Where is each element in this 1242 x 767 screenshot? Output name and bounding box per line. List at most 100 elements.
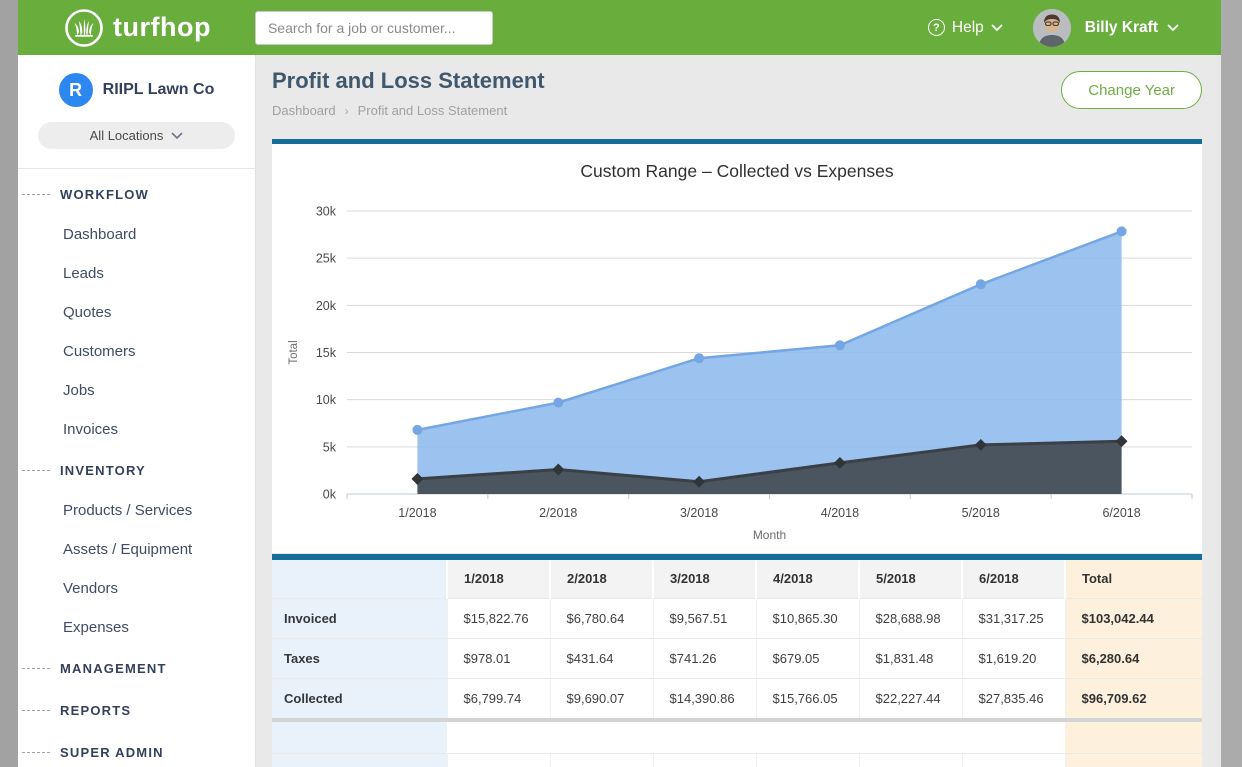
section-spacer — [272, 722, 1202, 753]
column-header: 6/2018 — [962, 560, 1065, 598]
help-icon: ? — [928, 19, 945, 36]
cell-value: $0.00 — [447, 753, 550, 767]
cell-value: $1,619.20 — [962, 638, 1065, 678]
cell-value: $6,799.74 — [447, 678, 550, 718]
cell-value: $558.68 — [756, 753, 859, 767]
avatar-photo — [1033, 9, 1071, 47]
svg-text:3/2018: 3/2018 — [680, 506, 718, 520]
collected-vs-expenses-chart: 0k5k10k15k20k25k30k1/20182/20183/20184/2… — [272, 144, 1202, 553]
chart-title: Custom Range – Collected vs Expenses — [272, 161, 1202, 182]
column-header: 1/2018 — [447, 560, 550, 598]
main-content: Profit and Loss Statement Dashboard › Pr… — [256, 55, 1221, 767]
row-label: Collected — [272, 678, 447, 718]
column-header: 2/2018 — [550, 560, 653, 598]
sidebar-item-assets-equipment[interactable]: Assets / Equipment — [18, 530, 255, 569]
help-menu[interactable]: ? Help — [928, 19, 1003, 37]
svg-text:5/2018: 5/2018 — [962, 506, 1000, 520]
cell-value: $431.64 — [550, 638, 653, 678]
sidebar-nav: WORKFLOWDashboardLeadsQuotesCustomersJob… — [18, 169, 255, 767]
column-header: 4/2018 — [756, 560, 859, 598]
cell-value: $1,831.48 — [859, 638, 962, 678]
nav-section-management[interactable]: MANAGEMENT — [18, 647, 255, 689]
sidebar-item-products-services[interactable]: Products / Services — [18, 491, 255, 530]
brand-name: turfhop — [113, 12, 211, 43]
cell-value: $6,280.64 — [1065, 638, 1202, 678]
nav-section-workflow[interactable]: WORKFLOW — [18, 173, 255, 215]
cell-value: $10,865.30 — [756, 598, 859, 638]
cell-value: $978.01 — [447, 638, 550, 678]
breadcrumb-separator-icon: › — [345, 104, 349, 118]
svg-text:4/2018: 4/2018 — [821, 506, 859, 520]
pnl-chart-card: 0k5k10k15k20k25k30k1/20182/20183/20184/2… — [272, 139, 1202, 553]
sidebar-item-leads[interactable]: Leads — [18, 254, 255, 293]
cell-value: $741.26 — [653, 638, 756, 678]
pnl-table-card: 1/20182/20183/20184/20185/20186/2018Tota… — [272, 554, 1202, 767]
svg-text:10k: 10k — [316, 393, 337, 407]
change-year-button[interactable]: Change Year — [1061, 71, 1202, 109]
sidebar-item-customers[interactable]: Customers — [18, 332, 255, 371]
sidebar-item-dashboard[interactable]: Dashboard — [18, 215, 255, 254]
app-screen: turfhop ? Help — [0, 0, 1242, 767]
nav-section-super-admin[interactable]: SUPER ADMIN — [18, 731, 255, 767]
row-label: Taxes — [272, 638, 447, 678]
svg-text:5k: 5k — [323, 440, 337, 454]
sidebar-item-expenses[interactable]: Expenses — [18, 608, 255, 647]
table-row: Collected$6,799.74$9,690.07$14,390.86$15… — [272, 678, 1202, 718]
row-label: Invoiced — [272, 598, 447, 638]
window-edge-left — [0, 0, 18, 767]
cell-value: $0.00 — [962, 753, 1065, 767]
chevron-down-icon — [991, 24, 1003, 32]
table-row: Contract Labor$0.00$842.55$0.00$558.68$0… — [272, 753, 1202, 767]
column-header: Total — [1065, 560, 1202, 598]
sidebar-item-quotes[interactable]: Quotes — [18, 293, 255, 332]
row-label: Contract Labor — [272, 753, 447, 767]
cell-value: $1,401.23 — [1065, 753, 1202, 767]
top-navbar: turfhop ? Help — [18, 0, 1221, 55]
cell-value: $28,688.98 — [859, 598, 962, 638]
column-header: 3/2018 — [653, 560, 756, 598]
svg-text:0k: 0k — [323, 488, 337, 502]
sidebar-item-jobs[interactable]: Jobs — [18, 371, 255, 410]
cell-value: $14,390.86 — [653, 678, 756, 718]
page-title: Profit and Loss Statement — [272, 66, 545, 96]
brand-logo[interactable]: turfhop — [64, 8, 211, 48]
svg-text:Total: Total — [288, 340, 300, 364]
help-label: Help — [952, 19, 984, 37]
svg-text:6/2018: 6/2018 — [1102, 506, 1140, 520]
nav-section-reports[interactable]: REPORTS — [18, 689, 255, 731]
breadcrumb: Dashboard › Profit and Loss Statement — [272, 103, 545, 118]
svg-text:15k: 15k — [316, 346, 337, 360]
cell-value: $22,227.44 — [859, 678, 962, 718]
cell-value: $9,567.51 — [653, 598, 756, 638]
sidebar: R RIIPL Lawn Co All Locations WORKFLOWDa… — [18, 55, 256, 767]
breadcrumb-dashboard[interactable]: Dashboard — [272, 103, 336, 118]
cell-value: $9,690.07 — [550, 678, 653, 718]
sidebar-item-invoices[interactable]: Invoices — [18, 410, 255, 449]
cell-value: $6,780.64 — [550, 598, 653, 638]
column-header: 5/2018 — [859, 560, 962, 598]
svg-text:30k: 30k — [316, 205, 337, 219]
cell-value: $0.00 — [653, 753, 756, 767]
chevron-down-icon — [171, 132, 183, 140]
table-row: Taxes$978.01$431.64$741.26$679.05$1,831.… — [272, 638, 1202, 678]
svg-text:Month: Month — [753, 528, 786, 542]
cell-value: $31,317.25 — [962, 598, 1065, 638]
avatar[interactable] — [1033, 9, 1071, 47]
search-input[interactable] — [255, 11, 493, 45]
locations-filter-label: All Locations — [90, 128, 164, 143]
svg-text:25k: 25k — [316, 252, 337, 266]
chevron-down-icon — [1167, 24, 1179, 32]
column-header — [272, 560, 447, 598]
window-edge-right — [1221, 0, 1242, 767]
sidebar-item-vendors[interactable]: Vendors — [18, 569, 255, 608]
cell-value: $27,835.46 — [962, 678, 1065, 718]
nav-section-inventory[interactable]: INVENTORY — [18, 449, 255, 491]
svg-text:2/2018: 2/2018 — [539, 506, 577, 520]
user-menu[interactable]: Billy Kraft — [1085, 19, 1179, 37]
company-switcher[interactable]: R RIIPL Lawn Co — [18, 55, 255, 107]
user-name: Billy Kraft — [1085, 19, 1158, 37]
svg-text:20k: 20k — [316, 299, 337, 313]
company-name: RIIPL Lawn Co — [103, 81, 215, 99]
cell-value: $679.05 — [756, 638, 859, 678]
locations-filter[interactable]: All Locations — [38, 122, 235, 149]
